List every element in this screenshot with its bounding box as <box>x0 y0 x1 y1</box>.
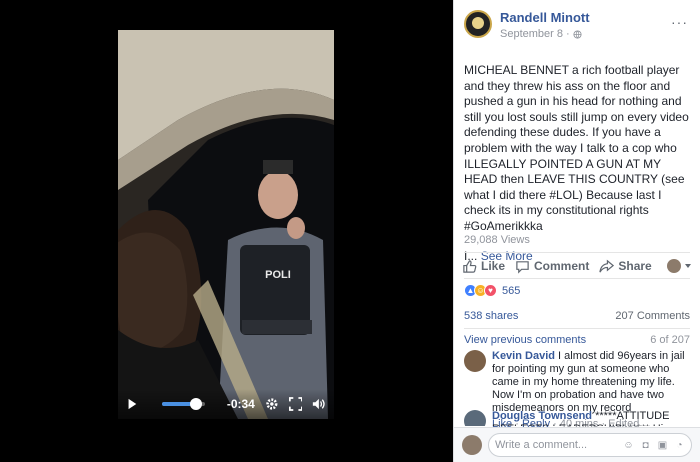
divider <box>464 328 690 329</box>
comments-count[interactable]: 207 Comments <box>615 310 690 322</box>
post-meta: September 8 · <box>500 28 590 40</box>
divider <box>464 278 690 279</box>
comment-icon <box>516 260 529 274</box>
comment-item: Douglas Townsend *****ATTITUDE REFLECTS … <box>464 410 692 426</box>
more-options-button[interactable]: ··· <box>671 14 688 30</box>
commenter-name[interactable]: Douglas Townsend <box>492 410 592 422</box>
comment-input[interactable]: Write a comment... ☺ ◘ ▣ ◔ <box>488 433 692 457</box>
globe-icon <box>573 29 582 39</box>
comment-position: 6 of 207 <box>650 334 690 346</box>
commenter-avatar[interactable] <box>464 410 486 426</box>
play-icon[interactable] <box>126 397 138 411</box>
previous-comments-row: View previous comments 6 of 207 <box>464 334 690 346</box>
video-stage: POLI -0:34 <box>0 0 452 462</box>
share-button[interactable]: Share <box>599 259 652 274</box>
reactions-summary[interactable]: ▲ ☺ ♥ 565 <box>464 284 520 297</box>
shares-link[interactable]: 538 shares <box>464 310 518 322</box>
comment-button[interactable]: Comment <box>515 259 589 274</box>
police-badge-text: POLI <box>265 269 291 281</box>
time-remaining: -0:34 <box>226 397 255 411</box>
gif-icon[interactable]: ▣ <box>657 440 668 451</box>
view-count: 29,088 Views <box>464 234 530 246</box>
like-button[interactable]: Like <box>462 259 505 274</box>
author-avatar[interactable] <box>464 10 492 38</box>
reaction-count: 565 <box>502 284 521 297</box>
composer-avatar <box>462 435 482 455</box>
share-icon <box>599 259 615 272</box>
gear-icon[interactable] <box>265 396 279 412</box>
post-as-selector[interactable] <box>667 259 692 273</box>
video-frame-image: POLI <box>118 30 334 419</box>
post-panel: Randell Minott September 8 · ··· MICHEAL… <box>453 0 700 462</box>
post-text-container: MICHEAL BENNET a rich football player an… <box>454 45 700 264</box>
comment-composer: Write a comment... ☺ ◘ ▣ ◔ <box>454 427 700 462</box>
caret-down-icon <box>685 264 691 268</box>
author-name[interactable]: Randell Minott <box>500 10 590 25</box>
commenter-avatar[interactable] <box>464 350 486 372</box>
comment-input-placeholder: Write a comment... <box>495 439 588 451</box>
expand-icon[interactable] <box>288 396 303 412</box>
video-controls: -0:34 <box>118 389 334 419</box>
camera-icon[interactable]: ◘ <box>640 440 651 451</box>
emoji-icon[interactable]: ☺ <box>623 440 634 451</box>
divider <box>464 252 690 253</box>
comment-body: Douglas Townsend *****ATTITUDE REFLECTS … <box>492 410 692 426</box>
user-avatar <box>667 259 681 273</box>
engagement-row: 538 shares 207 Comments <box>464 310 690 322</box>
view-previous-comments-link[interactable]: View previous comments <box>464 334 586 346</box>
video-player[interactable]: POLI -0:34 <box>118 30 334 419</box>
like-label: Like <box>481 259 506 273</box>
action-bar: Like Comment Share <box>462 256 692 276</box>
love-reaction-icon: ♥ <box>484 284 497 297</box>
post-header: Randell Minott September 8 · ··· <box>454 0 700 45</box>
volume-icon[interactable] <box>312 396 326 412</box>
share-label: Share <box>618 259 652 273</box>
commenter-name[interactable]: Kevin David <box>492 350 555 362</box>
post-text: MICHEAL BENNET a rich football player an… <box>464 63 689 233</box>
comment-body: Kevin David I almost did 96years in jail… <box>492 350 692 415</box>
composer-icons: ☺ ◘ ▣ ◔ <box>623 440 685 451</box>
post-date[interactable]: September 8 · <box>500 28 570 40</box>
thumbs-up-icon <box>463 259 477 273</box>
progress-bar[interactable] <box>162 398 205 410</box>
comment-label: Comment <box>534 259 590 273</box>
progress-handle[interactable] <box>189 398 202 410</box>
sticker-icon[interactable]: ◔ <box>674 440 685 451</box>
